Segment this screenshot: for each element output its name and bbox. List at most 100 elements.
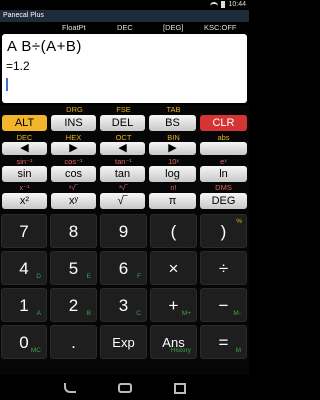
- key-close-paren[interactable]: ) %: [200, 214, 247, 248]
- key-divide-label: ÷: [218, 259, 229, 278]
- fse-label: FSE: [116, 105, 131, 114]
- dec-label: DEC: [16, 133, 33, 142]
- hex-label: HEX: [65, 133, 82, 142]
- calculator-display[interactable]: A B÷(A+B) =1.2: [2, 34, 247, 103]
- asin-label: sin⁻¹: [16, 157, 33, 166]
- ln-button[interactable]: ln: [200, 166, 247, 182]
- key-3-label: 3: [118, 296, 129, 315]
- android-nav-bar: [0, 378, 249, 400]
- square-button[interactable]: x²: [2, 193, 47, 209]
- key-multiply[interactable]: ×: [150, 251, 197, 285]
- tab-label: TAB: [166, 105, 181, 114]
- sin-button[interactable]: sin: [2, 166, 47, 182]
- xroot-label: ˣ√‾: [68, 183, 79, 192]
- keypad: DRG FSE TAB ALT INS DEL BS CLR DEC HEX O…: [0, 105, 249, 375]
- key-7-label: 7: [19, 222, 29, 241]
- right-arrow-button[interactable]: ▶: [51, 142, 96, 155]
- key-exp[interactable]: Exp: [100, 325, 147, 359]
- pow10-label: 10ˣ: [168, 157, 179, 166]
- key-equals-label: =: [218, 333, 229, 352]
- angle-mode[interactable]: [DEG]: [163, 23, 183, 32]
- input-cursor: [6, 78, 8, 91]
- atan-label: tan⁻¹: [115, 157, 132, 166]
- status-icons: 10:44: [210, 1, 246, 8]
- factorial-label: n!: [170, 183, 177, 192]
- recent-apps-icon[interactable]: [174, 383, 186, 394]
- dms-label: DMS: [215, 183, 232, 192]
- key-divide[interactable]: ÷: [200, 251, 247, 285]
- drg-label: DRG: [66, 105, 83, 114]
- key-0[interactable]: 0 MC: [1, 325, 47, 359]
- del-button[interactable]: DEL: [100, 115, 145, 131]
- key-5-label: 5: [68, 259, 79, 278]
- key-minus-label: −: [218, 296, 229, 315]
- mc-label: MC: [30, 347, 41, 354]
- m-label: M: [235, 347, 241, 354]
- cbrt-label: ³√‾: [118, 183, 129, 192]
- key-decimal-label: .: [71, 333, 76, 352]
- key-2[interactable]: 2 B: [50, 288, 97, 322]
- abs-button[interactable]: [200, 142, 247, 155]
- key-multiply-label: ×: [168, 259, 179, 278]
- cos-button[interactable]: cos: [51, 166, 96, 182]
- key-4[interactable]: 4 D: [1, 251, 47, 285]
- reciprocal-label: x⁻¹: [19, 183, 30, 192]
- abs-label: abs: [217, 133, 230, 142]
- key-8[interactable]: 8: [50, 214, 97, 248]
- key-8-label: 8: [68, 222, 79, 241]
- key-minus[interactable]: − M-: [200, 288, 247, 322]
- key-exp-label: Exp: [112, 335, 135, 350]
- power-button[interactable]: xʸ: [51, 193, 96, 209]
- key-5[interactable]: 5 E: [50, 251, 97, 285]
- home-icon[interactable]: [118, 383, 132, 393]
- key-9-label: 9: [118, 222, 129, 241]
- tan-button[interactable]: tan: [100, 166, 145, 182]
- key-3[interactable]: 3 C: [100, 288, 147, 322]
- status-time: 10:44: [228, 1, 246, 8]
- base-mode[interactable]: DEC: [117, 23, 133, 32]
- right-arrow-button-2[interactable]: ▶: [149, 142, 196, 155]
- status-bar: 10:44: [0, 0, 249, 10]
- key-open-paren-label: (: [170, 222, 177, 241]
- back-icon[interactable]: [64, 383, 76, 393]
- key-close-paren-label: ): [220, 222, 227, 241]
- oct-label: OCT: [115, 133, 132, 142]
- ksc-mode[interactable]: KSC:OFF: [204, 23, 237, 32]
- key-1-label: 1: [19, 296, 29, 315]
- sqrt-button[interactable]: √‾: [100, 193, 145, 209]
- key-6-label: 6: [118, 259, 129, 278]
- key-decimal[interactable]: .: [50, 325, 97, 359]
- key-equals[interactable]: = M: [200, 325, 247, 359]
- percent-label: %: [236, 218, 242, 225]
- key-plus-label: +: [168, 296, 179, 315]
- app-title-bar: Panecal Plus: [0, 10, 249, 22]
- mode-bar: FloatPt DEC [DEG] KSC:OFF: [0, 22, 249, 33]
- key-2-label: 2: [68, 296, 79, 315]
- float-mode[interactable]: FloatPt: [62, 23, 86, 32]
- key-1[interactable]: 1 A: [1, 288, 47, 322]
- ins-button[interactable]: INS: [51, 115, 96, 131]
- exp-label: eˣ: [220, 157, 227, 166]
- key-7[interactable]: 7: [1, 214, 47, 248]
- log-button[interactable]: log: [149, 166, 196, 182]
- history-key-label: History: [170, 347, 191, 354]
- key-9[interactable]: 9: [100, 214, 147, 248]
- expression-text: A B÷(A+B): [7, 38, 82, 55]
- clr-button[interactable]: CLR: [200, 115, 247, 131]
- key-plus[interactable]: + M+: [150, 288, 197, 322]
- key-0-label: 0: [19, 333, 29, 352]
- wifi-icon: [210, 1, 219, 8]
- pi-button[interactable]: π: [149, 193, 196, 209]
- left-arrow-button-2[interactable]: ◀: [100, 142, 145, 155]
- key-4-label: 4: [19, 259, 29, 278]
- alt-button[interactable]: ALT: [2, 115, 47, 131]
- bin-label: BIN: [167, 133, 180, 142]
- bs-button[interactable]: BS: [149, 115, 196, 131]
- battery-icon: [221, 1, 226, 8]
- result-text: =1.2: [6, 59, 30, 73]
- left-arrow-button[interactable]: ◀: [2, 142, 47, 155]
- key-ans[interactable]: Ans History: [150, 325, 197, 359]
- app-title: Panecal Plus: [3, 12, 44, 19]
- key-6[interactable]: 6 F: [100, 251, 147, 285]
- key-open-paren[interactable]: (: [150, 214, 197, 248]
